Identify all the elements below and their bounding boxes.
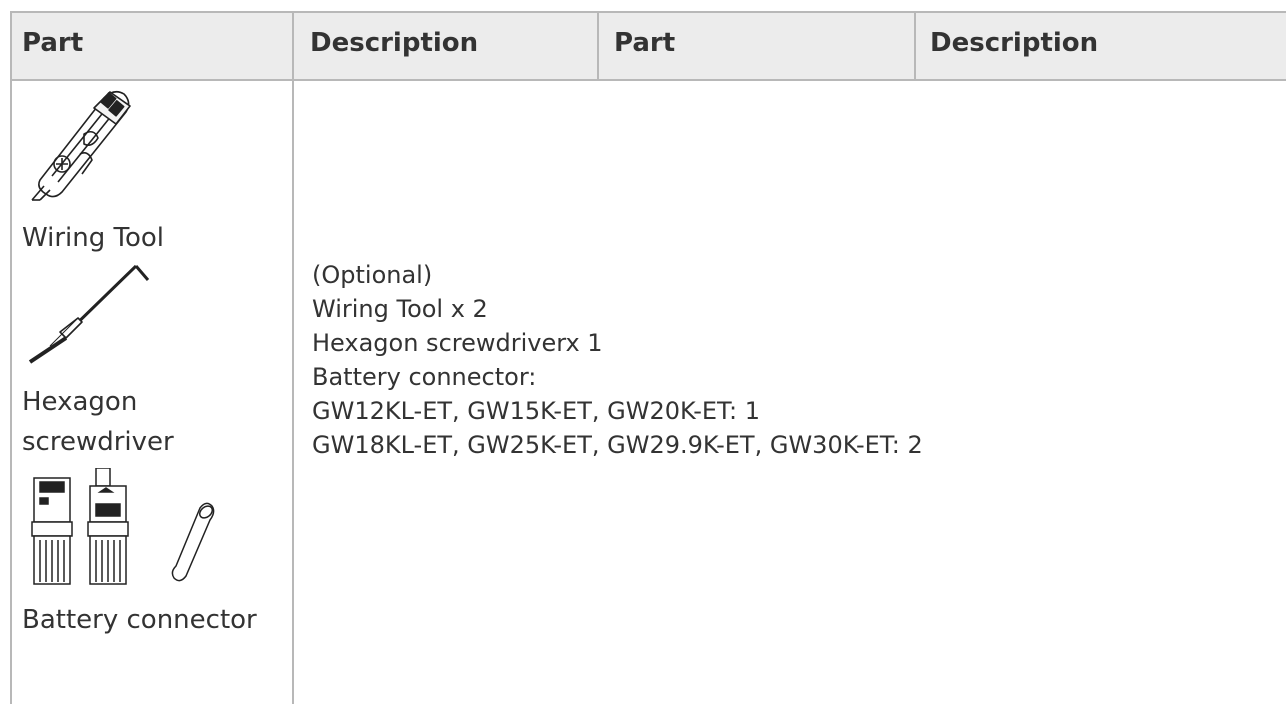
- table-border-left: [10, 11, 12, 704]
- description-line: Hexagon screwdriverx 1: [312, 329, 603, 357]
- description-line: Wiring Tool x 2: [312, 295, 488, 323]
- header-divider: [10, 79, 1286, 81]
- part-label-battery-connector: Battery connector: [22, 605, 257, 635]
- column-divider-2: [597, 11, 599, 80]
- header-description-1: Description: [310, 28, 479, 58]
- parts-table: Part Description Part Description Wiring…: [0, 0, 1286, 704]
- description-line: Battery connector:: [312, 363, 537, 391]
- battery-connector-icon: [31, 468, 215, 585]
- hexagon-screwdriver-icon: [28, 264, 150, 364]
- header-part-2: Part: [614, 28, 676, 58]
- header-part-1: Part: [22, 28, 84, 58]
- description-line: (Optional): [312, 261, 433, 289]
- column-divider-3: [914, 11, 916, 80]
- description-line: GW12KL-ET, GW15K-ET, GW20K-ET: 1: [312, 397, 761, 425]
- part-label-wiring-tool: Wiring Tool: [22, 223, 165, 253]
- header-description-2: Description: [930, 28, 1099, 58]
- wiring-tool-icon: [31, 90, 131, 201]
- description-line: GW18KL-ET, GW25K-ET, GW29.9K-ET, GW30K-E…: [312, 431, 923, 459]
- column-divider-1: [292, 11, 294, 704]
- row-description: (Optional) Wiring Tool x 2 Hexagon screw…: [312, 258, 923, 462]
- table-border-top: [10, 11, 1286, 13]
- part-label-hexagon-screwdriver: Hexagon screwdriver: [22, 387, 174, 457]
